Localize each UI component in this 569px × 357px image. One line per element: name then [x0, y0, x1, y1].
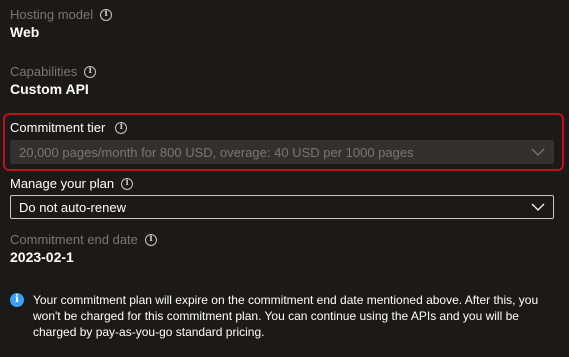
commitment-end-label-row: Commitment end date i: [10, 232, 157, 247]
commitment-end-label: Commitment end date: [10, 232, 138, 247]
info-icon[interactable]: i: [115, 121, 128, 134]
commitment-settings-panel: Hosting model i Web Capabilities i Custo…: [0, 0, 569, 357]
manage-plan-label: Manage your plan: [10, 176, 115, 191]
info-message-bar: i Your commitment plan will expire on th…: [10, 292, 550, 340]
manage-plan-label-row: Manage your plan i: [10, 176, 134, 191]
chevron-down-icon: [531, 203, 545, 211]
manage-plan-dropdown[interactable]: Do not auto-renew: [10, 195, 554, 219]
capabilities-value: Custom API: [10, 81, 89, 97]
hosting-model-label: Hosting model: [10, 7, 94, 22]
commitment-tier-label-row: Commitment tier i: [10, 120, 128, 135]
info-icon: i: [10, 293, 24, 307]
info-icon[interactable]: i: [144, 233, 157, 246]
info-icon[interactable]: i: [121, 177, 134, 190]
capabilities-label-row: Capabilities i: [10, 64, 97, 79]
chevron-down-icon: [531, 148, 545, 156]
info-icon[interactable]: i: [100, 8, 113, 21]
commitment-tier-selected: 20,000 pages/month for 800 USD, overage:…: [19, 144, 414, 160]
hosting-model-value: Web: [10, 24, 40, 40]
commitment-end-value: 2023-02-1: [10, 249, 74, 265]
info-icon[interactable]: i: [84, 65, 97, 78]
manage-plan-selected: Do not auto-renew: [19, 199, 126, 215]
capabilities-label: Capabilities: [10, 64, 78, 79]
hosting-model-label-row: Hosting model i: [10, 7, 113, 22]
commitment-tier-dropdown: 20,000 pages/month for 800 USD, overage:…: [10, 140, 554, 164]
info-message-text: Your commitment plan will expire on the …: [33, 293, 539, 339]
commitment-tier-label: Commitment tier: [10, 120, 106, 135]
